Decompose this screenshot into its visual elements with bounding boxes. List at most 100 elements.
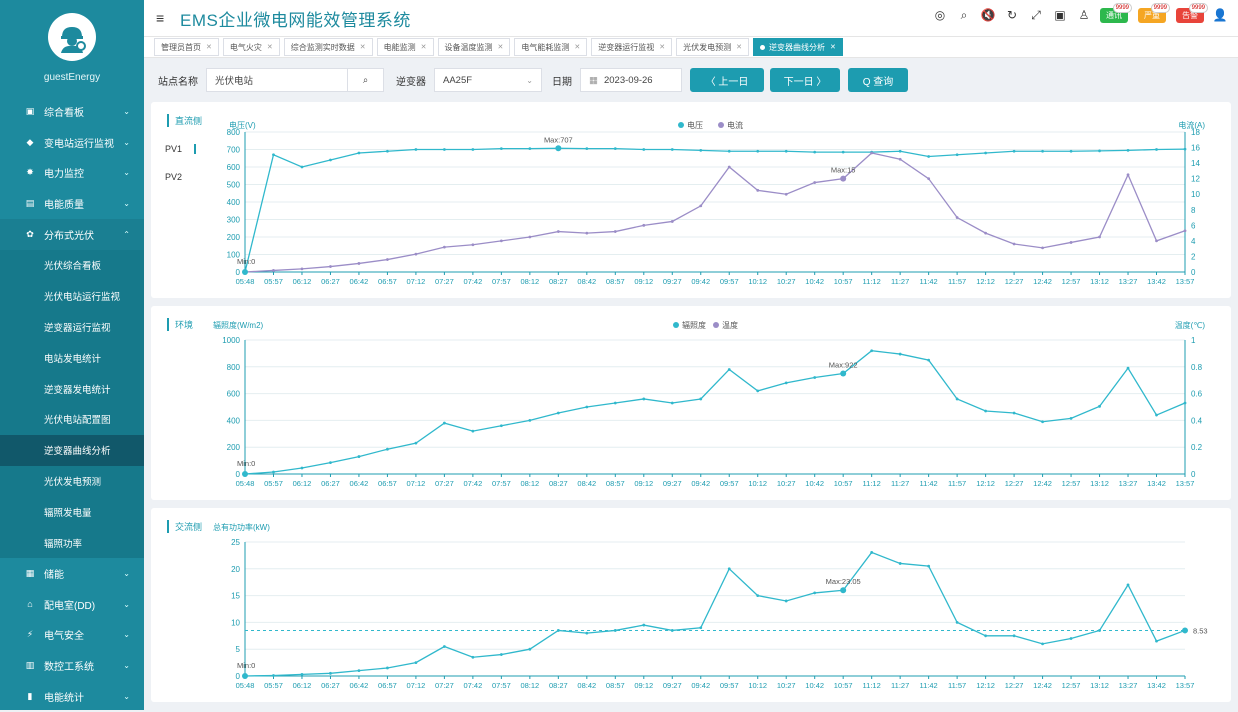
data-point[interactable] (1041, 149, 1044, 153)
data-point[interactable] (1155, 413, 1158, 417)
sidebar-subitem-7[interactable]: 逆变器曲线分析 (0, 434, 144, 466)
data-point[interactable] (727, 165, 731, 169)
data-point[interactable] (300, 165, 304, 169)
tab-7[interactable]: 逆变器运行监视 ✕ (591, 38, 673, 56)
data-point[interactable] (1183, 147, 1187, 151)
data-point[interactable] (870, 551, 874, 554)
data-point[interactable] (1012, 634, 1016, 638)
user-icon[interactable]: 👤 (1212, 7, 1228, 23)
data-point[interactable] (613, 629, 617, 632)
data-point[interactable] (1155, 239, 1158, 243)
close-icon[interactable]: ✕ (206, 43, 212, 51)
close-icon[interactable]: ✕ (830, 43, 836, 51)
data-point[interactable] (499, 424, 503, 428)
data-point[interactable] (300, 672, 304, 676)
data-point[interactable] (556, 230, 560, 233)
data-point[interactable] (1041, 246, 1044, 250)
data-point[interactable] (1098, 404, 1101, 408)
data-point[interactable] (784, 192, 788, 196)
sidebar-item-6[interactable]: ▦ 储能 ⌄ (0, 558, 144, 589)
data-point[interactable] (329, 265, 332, 268)
data-point[interactable] (272, 674, 275, 677)
sidebar-subitem-2[interactable]: 光伏电站运行监视 (0, 280, 144, 312)
data-point[interactable] (1069, 416, 1073, 420)
data-point[interactable] (898, 149, 902, 153)
data-point[interactable] (329, 461, 332, 465)
close-icon[interactable]: ✕ (574, 43, 580, 51)
data-point[interactable] (756, 188, 760, 192)
data-point[interactable] (1069, 149, 1073, 153)
close-icon[interactable]: ✕ (659, 43, 665, 51)
data-point[interactable] (471, 148, 475, 151)
data-point[interactable] (1041, 420, 1044, 424)
data-point[interactable] (727, 368, 731, 371)
data-point[interactable] (813, 376, 817, 379)
query-button[interactable]: Q 查询 (848, 68, 908, 92)
data-point[interactable] (670, 401, 674, 405)
data-point[interactable] (813, 591, 817, 595)
data-point[interactable] (585, 231, 589, 235)
data-point[interactable] (670, 220, 674, 223)
data-point[interactable] (300, 267, 304, 271)
data-point[interactable] (1069, 241, 1073, 244)
data-point[interactable] (414, 252, 418, 256)
data-point[interactable] (898, 352, 902, 356)
legend-marker[interactable] (678, 122, 684, 128)
fullscreen-icon[interactable]: ⤢ (1028, 7, 1044, 23)
tab-1[interactable]: 管理员首页 ✕ (154, 38, 219, 56)
sidebar-subitem-6[interactable]: 光伏电站配置图 (0, 403, 144, 435)
data-point[interactable] (1012, 242, 1016, 246)
data-point[interactable] (442, 421, 446, 425)
data-point[interactable] (1155, 639, 1158, 643)
data-point[interactable] (1126, 366, 1130, 370)
data-point[interactable] (499, 147, 503, 151)
data-point[interactable] (927, 177, 931, 181)
mute-icon[interactable]: 🔇 (980, 7, 996, 23)
data-point[interactable] (386, 666, 389, 670)
data-point[interactable] (1183, 229, 1187, 233)
sidebar-item-7[interactable]: ⌂ 配电室(DD) ⌄ (0, 589, 144, 620)
data-point[interactable] (955, 397, 959, 401)
data-point[interactable] (386, 258, 389, 261)
data-point[interactable] (414, 661, 418, 664)
alarm-badge-2[interactable]: 严重 9999 (1138, 2, 1170, 23)
data-point[interactable] (272, 153, 275, 157)
data-point[interactable] (613, 147, 617, 151)
next-day-button[interactable]: 下一日 〉 (770, 68, 840, 92)
legend-marker[interactable] (718, 122, 724, 128)
data-point[interactable] (1069, 637, 1073, 640)
sidebar-item-2[interactable]: ◆ 变电站运行监视 ⌄ (0, 127, 144, 158)
tab-9[interactable]: 逆变器曲线分析 ✕ (753, 38, 843, 56)
data-point[interactable] (556, 411, 560, 415)
data-point[interactable] (499, 239, 503, 243)
tab-8[interactable]: 光伏发电预测 ✕ (676, 38, 749, 56)
data-point[interactable] (613, 401, 617, 405)
close-icon[interactable]: ✕ (498, 43, 504, 51)
data-point[interactable] (756, 149, 760, 153)
data-point[interactable] (357, 669, 361, 673)
station-search-button[interactable]: ⌕ (348, 68, 384, 92)
data-point[interactable] (499, 653, 503, 656)
legend-marker[interactable] (713, 322, 719, 328)
data-point[interactable] (329, 671, 332, 675)
data-point[interactable] (955, 153, 959, 157)
data-point[interactable] (329, 158, 332, 162)
prev-day-button[interactable]: 〈 上一日 (690, 68, 764, 92)
data-point[interactable] (927, 155, 931, 158)
screen-icon[interactable]: ▣ (1052, 7, 1068, 23)
data-point[interactable] (528, 235, 532, 239)
data-point[interactable] (699, 204, 703, 208)
data-point[interactable] (670, 148, 674, 151)
data-point[interactable] (784, 381, 788, 385)
sidebar-subitem-10[interactable]: 辐照功率 (0, 527, 144, 558)
sidebar-item-5[interactable]: ✿ 分布式光伏 ⌃ (0, 219, 144, 250)
sidebar-item-10[interactable]: ▮ 电能统计 ⌄ (0, 681, 144, 712)
data-point[interactable] (528, 147, 532, 151)
search-icon[interactable]: ⌕ (956, 7, 972, 23)
sidebar-subitem-3[interactable]: 逆变器运行监视 (0, 311, 144, 343)
close-icon[interactable]: ✕ (267, 43, 273, 51)
alarm-badge-3[interactable]: 告警 9999 (1176, 2, 1208, 23)
data-point[interactable] (984, 151, 988, 155)
data-point[interactable] (927, 358, 931, 362)
sidebar-subitem-4[interactable]: 电站发电统计 (0, 342, 144, 374)
